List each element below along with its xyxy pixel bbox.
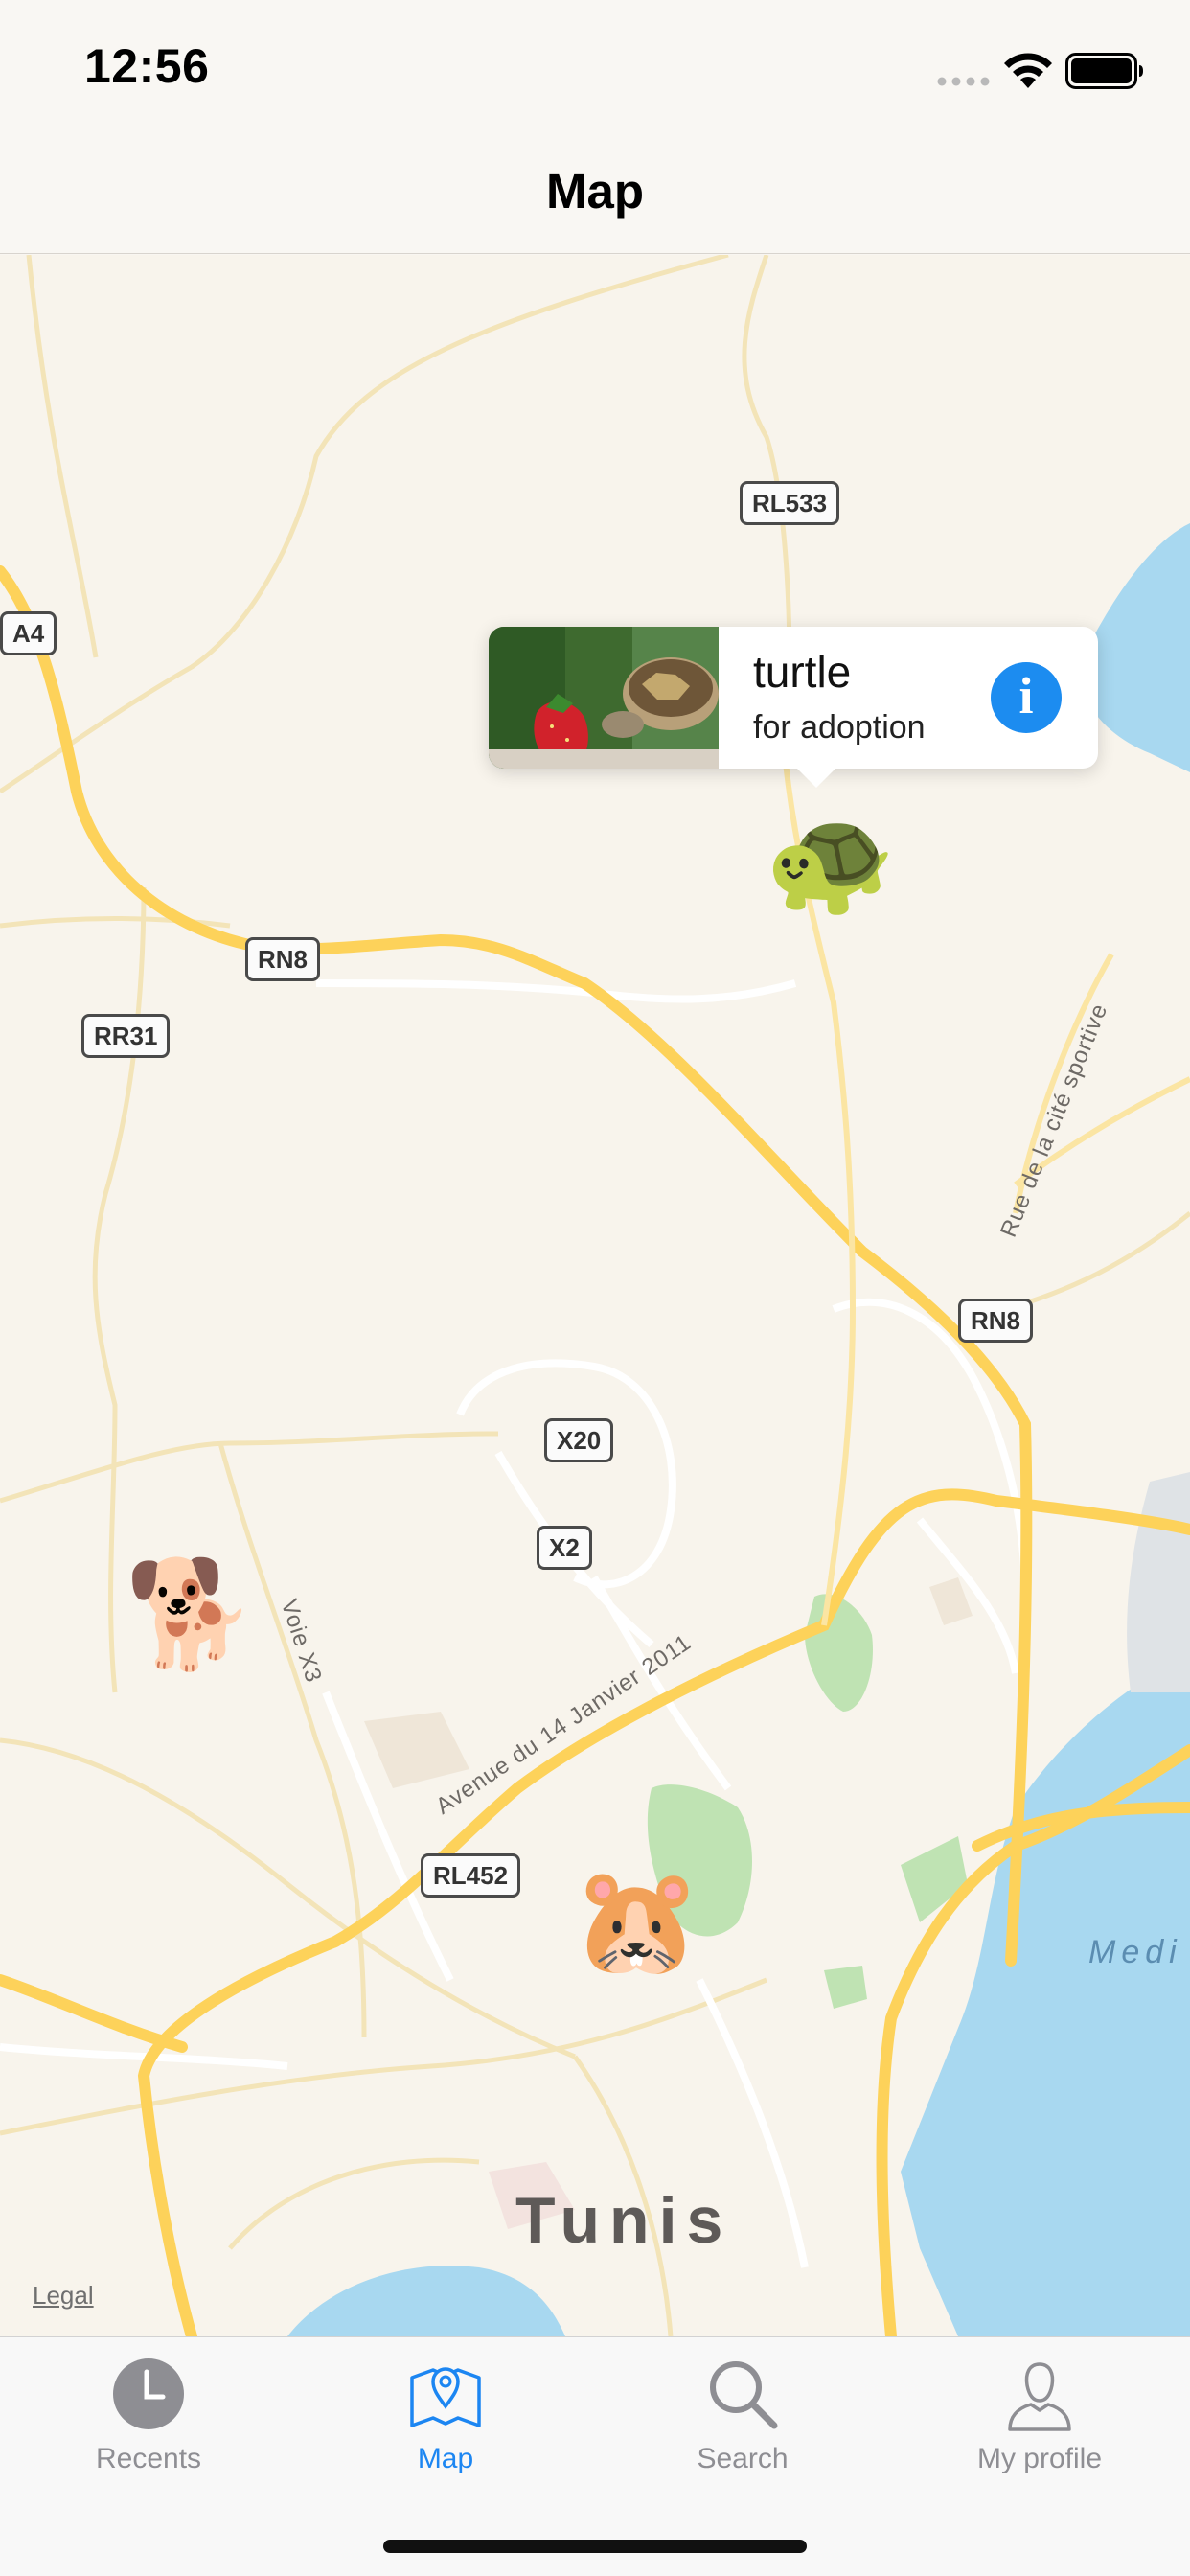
map-pin-icon [410,2367,481,2427]
tab-label: My profile [976,2443,1103,2474]
road-badge: RL533 [740,481,840,525]
tab-map[interactable]: Map [297,2337,594,2500]
cellular-signal-icon [937,77,990,86]
road-badge: RN8 [958,1299,1034,1343]
tab-my-profile[interactable]: My profile [891,2337,1188,2500]
person-icon [1008,2362,1071,2431]
callout-subtitle: for adoption [753,709,926,746]
turtle-photo-thumbnail [489,627,719,769]
tab-search[interactable]: Search [594,2337,891,2500]
callout-title: turtle [753,647,852,697]
dog-pin-icon[interactable]: 🐕 [125,1562,256,1668]
sea-label: Medi [1088,1934,1182,1970]
hamster-pin-icon[interactable]: 🐹 [571,1869,702,1974]
turtle-pin-icon[interactable]: 🐢 [765,809,896,914]
magnifier-icon [710,2361,778,2429]
tab-label: Recents [95,2443,202,2474]
info-icon: i [1018,667,1034,724]
tab-recents[interactable]: Recents [0,2337,297,2500]
home-indicator[interactable] [383,2540,807,2553]
callout-tail [793,765,839,788]
legal-link[interactable]: Legal [33,2281,94,2311]
road-badge: X2 [537,1526,592,1570]
page-title: Map [546,164,644,218]
clock-icon [113,2358,184,2429]
road-badge: RR31 [81,1014,171,1058]
battery-icon [1065,53,1143,89]
navigation-bar: Map [0,134,1190,254]
tab-label: Map [417,2443,474,2474]
status-time: 12:56 [84,39,210,93]
road-badge: A4 [0,611,57,656]
map-tiles [0,255,1190,2336]
pin-callout[interactable]: turtle for adoption i [489,627,1098,788]
road-badge: RN8 [245,937,321,981]
road-badge: X20 [544,1418,614,1462]
wifi-icon [1004,53,1052,88]
map-view[interactable]: RL533 A4 RN8 RR31 RN8 X20 X2 RL452 Rue d… [0,255,1190,2336]
status-bar: 12:56 [0,0,1190,134]
city-label: Tunis [515,2184,733,2257]
info-button[interactable]: i [991,662,1062,733]
tab-label: Search [697,2443,789,2474]
road-badge: RL452 [421,1853,521,1898]
